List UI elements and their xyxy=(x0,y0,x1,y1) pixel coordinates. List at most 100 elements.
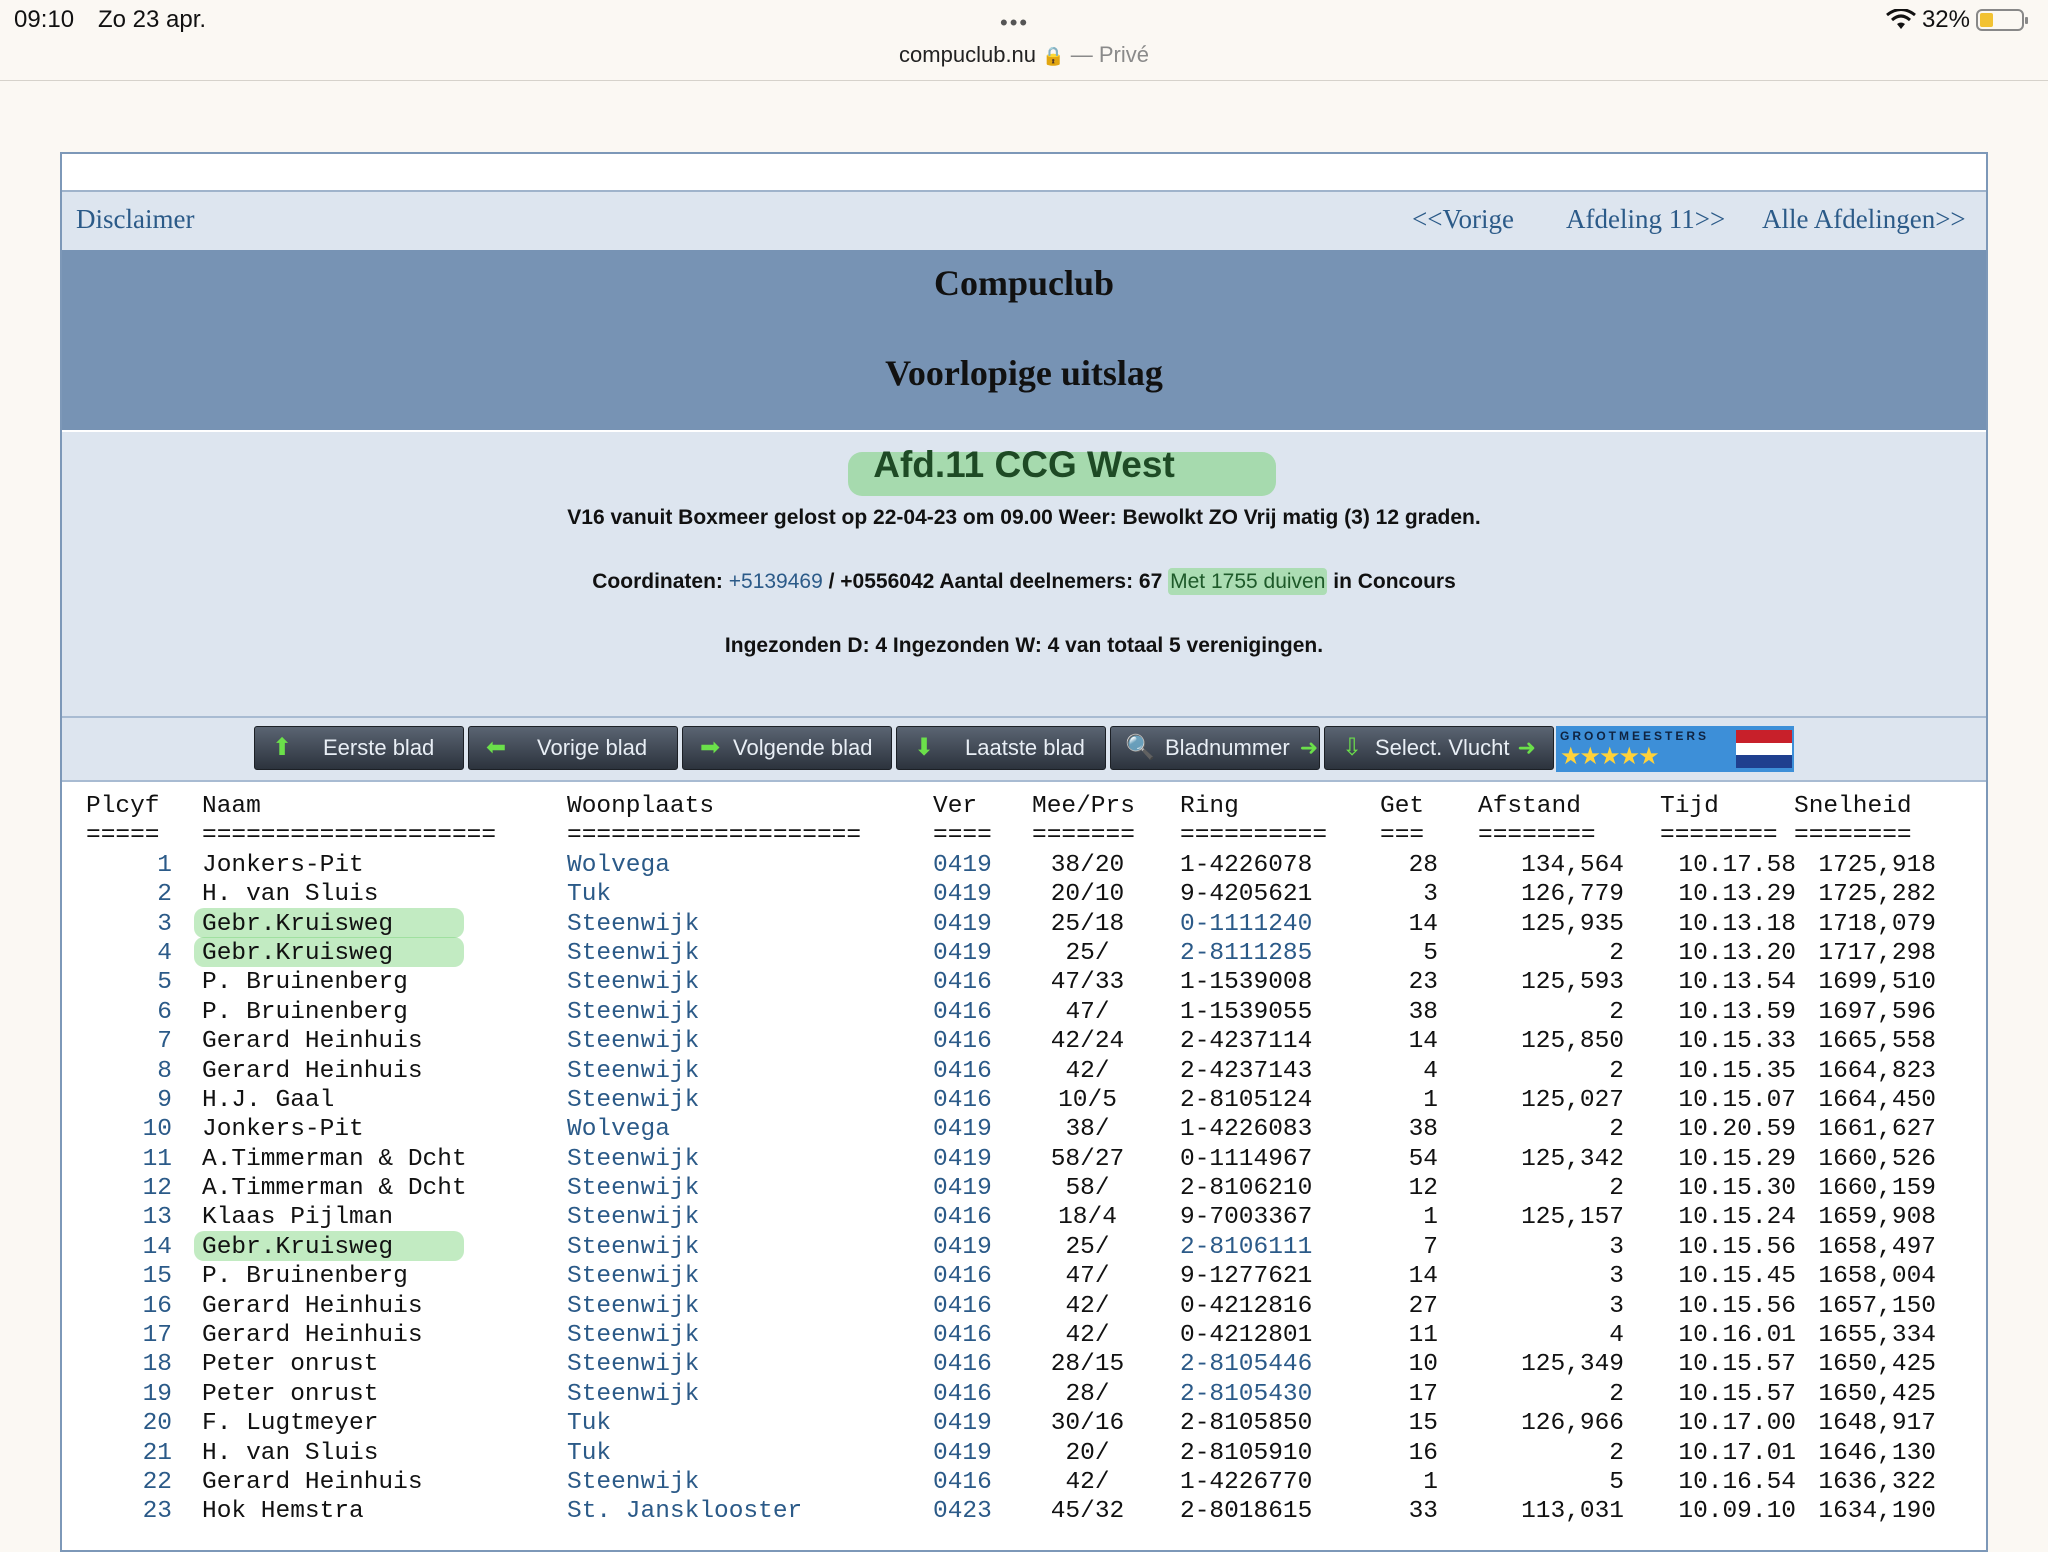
row-place[interactable]: 12 xyxy=(86,1174,172,1203)
row-mee-prs: 58/27 xyxy=(1050,1145,1125,1173)
row-ver[interactable]: 0419 xyxy=(933,910,992,939)
row-ver[interactable]: 0416 xyxy=(933,1321,992,1350)
row-ring[interactable]: 2-8105446 xyxy=(1180,1350,1312,1379)
row-woonplaats[interactable]: Steenwijk xyxy=(567,1233,699,1262)
row-woonplaats[interactable]: Steenwijk xyxy=(567,1174,699,1203)
row-woonplaats[interactable]: Steenwijk xyxy=(567,1350,699,1379)
row-ring: 1-1539055 xyxy=(1180,998,1313,1026)
row-woonplaats[interactable]: Wolvega xyxy=(567,851,670,880)
row-woonplaats[interactable]: Steenwijk xyxy=(567,1262,699,1291)
row-woonplaats[interactable]: Steenwijk xyxy=(567,910,699,939)
row-place[interactable]: 6 xyxy=(86,998,172,1027)
next-page-button[interactable]: ➡ Volgende blad xyxy=(682,726,892,770)
row-ring[interactable]: 2-8111285 xyxy=(1180,939,1312,968)
row-ver[interactable]: 0419 xyxy=(933,1233,992,1262)
all-afdelingen-link[interactable]: Alle Afdelingen>> xyxy=(1762,204,1966,235)
row-woonplaats[interactable]: Steenwijk xyxy=(567,968,699,997)
row-place[interactable]: 1 xyxy=(86,851,172,880)
address-bar[interactable]: compuclub.nu 🔒 — Privé xyxy=(0,42,2048,68)
row-place[interactable]: 2 xyxy=(86,880,172,909)
row-ver[interactable]: 0419 xyxy=(933,1145,992,1174)
row-ver[interactable]: 0419 xyxy=(933,851,992,880)
row-place[interactable]: 21 xyxy=(86,1439,172,1468)
row-ver[interactable]: 0419 xyxy=(933,880,992,909)
row-place[interactable]: 7 xyxy=(86,1027,172,1056)
row-ring[interactable]: 0-1111240 xyxy=(1180,910,1312,939)
row-ver[interactable]: 0416 xyxy=(933,1203,992,1232)
row-ver[interactable]: 0419 xyxy=(933,1115,992,1144)
disclaimer-link[interactable]: Disclaimer xyxy=(76,204,194,235)
row-ver[interactable]: 0419 xyxy=(933,1174,992,1203)
row-ver[interactable]: 0419 xyxy=(933,1439,992,1468)
row-place[interactable]: 22 xyxy=(86,1468,172,1497)
row-place[interactable]: 13 xyxy=(86,1203,172,1232)
row-woonplaats[interactable]: Steenwijk xyxy=(567,1380,699,1409)
row-woonplaats[interactable]: Tuk xyxy=(567,1409,611,1438)
row-place[interactable]: 5 xyxy=(86,968,172,997)
row-woonplaats[interactable]: Tuk xyxy=(567,880,611,909)
row-place[interactable]: 18 xyxy=(86,1350,172,1379)
row-ver[interactable]: 0416 xyxy=(933,968,992,997)
row-get: 12 xyxy=(1408,1175,1438,1203)
row-ring[interactable]: 2-8105430 xyxy=(1180,1380,1312,1409)
afdeling-link[interactable]: Afdeling 11>> xyxy=(1566,204,1725,235)
row-snelheid: 1661,627 xyxy=(1818,1116,1936,1144)
row-woonplaats[interactable]: Steenwijk xyxy=(567,1292,699,1321)
row-woonplaats[interactable]: St. Jansklooster xyxy=(567,1497,802,1526)
previous-link[interactable]: <<Vorige xyxy=(1412,204,1514,235)
page-number-button[interactable]: 🔍 Bladnummer ➜ xyxy=(1110,726,1320,770)
row-woonplaats[interactable]: Tuk xyxy=(567,1439,611,1468)
row-ring: 2-8106210 xyxy=(1180,1175,1313,1203)
sep-woonplaats: ==================== xyxy=(567,822,862,850)
row-place[interactable]: 23 xyxy=(86,1497,172,1526)
row-ver[interactable]: 0419 xyxy=(933,1409,992,1438)
row-ver[interactable]: 0416 xyxy=(933,1027,992,1056)
row-place[interactable]: 8 xyxy=(86,1057,172,1086)
row-ver[interactable]: 0416 xyxy=(933,1468,992,1497)
row-woonplaats[interactable]: Steenwijk xyxy=(567,1145,699,1174)
row-place[interactable]: 15 xyxy=(86,1262,172,1291)
row-ver[interactable]: 0416 xyxy=(933,1292,992,1321)
row-place[interactable]: 4 xyxy=(86,939,172,968)
row-place[interactable]: 14 xyxy=(86,1233,172,1262)
last-page-button[interactable]: ⬇ Laatste blad xyxy=(896,726,1106,770)
row-place[interactable]: 9 xyxy=(86,1086,172,1115)
row-place[interactable]: 16 xyxy=(86,1292,172,1321)
multitask-dots-icon[interactable]: ••• xyxy=(1000,10,1029,36)
row-ring[interactable]: 2-8106111 xyxy=(1180,1233,1312,1262)
duiven-link[interactable]: Met 1755 duiven xyxy=(1168,568,1328,595)
row-woonplaats[interactable]: Wolvega xyxy=(567,1115,670,1144)
row-woonplaats[interactable]: Steenwijk xyxy=(567,1468,699,1497)
row-ver[interactable]: 0416 xyxy=(933,1380,992,1409)
row-woonplaats[interactable]: Steenwijk xyxy=(567,1203,699,1232)
row-woonplaats[interactable]: Steenwijk xyxy=(567,1057,699,1086)
first-page-button[interactable]: ⬆ Eerste blad xyxy=(254,726,464,770)
coordinates-link[interactable]: +5139469 xyxy=(729,570,823,593)
download-icon: ⇩ xyxy=(1341,734,1363,761)
previous-page-button[interactable]: ⬅ Vorige blad xyxy=(468,726,678,770)
row-place[interactable]: 20 xyxy=(86,1409,172,1438)
row-ver[interactable]: 0423 xyxy=(933,1497,992,1526)
row-woonplaats[interactable]: Steenwijk xyxy=(567,1321,699,1350)
row-ver[interactable]: 0416 xyxy=(933,1086,992,1115)
select-flight-button[interactable]: ⇩ Select. Vlucht ➜ xyxy=(1324,726,1554,770)
row-naam: H. van Sluis xyxy=(202,881,379,909)
row-place[interactable]: 17 xyxy=(86,1321,172,1350)
row-woonplaats[interactable]: Steenwijk xyxy=(567,939,699,968)
row-ver[interactable]: 0416 xyxy=(933,1262,992,1291)
row-woonplaats[interactable]: Steenwijk xyxy=(567,1086,699,1115)
row-woonplaats[interactable]: Steenwijk xyxy=(567,998,699,1027)
row-place[interactable]: 3 xyxy=(86,910,172,939)
row-ver[interactable]: 0416 xyxy=(933,998,992,1027)
row-ver[interactable]: 0416 xyxy=(933,1350,992,1379)
row-place[interactable]: 10 xyxy=(86,1115,172,1144)
grootmeesters-banner[interactable]: GROOTMEESTERS ★★★★★ xyxy=(1556,726,1794,772)
row-ver[interactable]: 0416 xyxy=(933,1057,992,1086)
row-place[interactable]: 19 xyxy=(86,1380,172,1409)
row-afstand: 3 xyxy=(1609,1233,1624,1261)
table-row: 13 Klaas Pijlman Steenwijk 0416 18/4 9-700336… xyxy=(86,1203,1936,1232)
battery-percent: 32% xyxy=(1921,6,1970,33)
row-place[interactable]: 11 xyxy=(86,1145,172,1174)
row-woonplaats[interactable]: Steenwijk xyxy=(567,1027,699,1056)
row-ver[interactable]: 0419 xyxy=(933,939,992,968)
